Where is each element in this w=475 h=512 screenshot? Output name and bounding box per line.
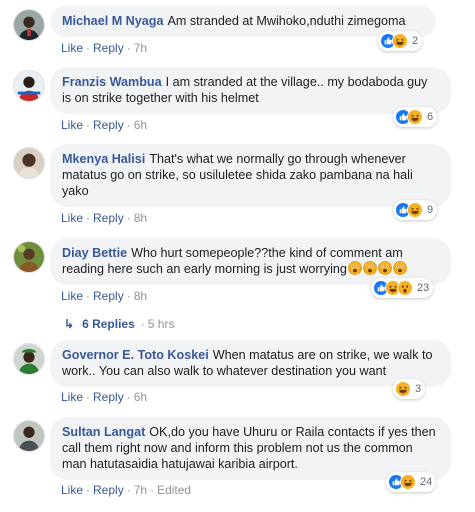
avatar[interactable] [13, 70, 45, 102]
comment-bubble: Governor E. Toto Koskei When matatus are … [50, 340, 451, 387]
scared-emoji-icon [348, 261, 362, 275]
reaction-summary[interactable]: 3 [393, 379, 426, 399]
avatar[interactable] [13, 343, 45, 375]
scared-emoji-icon [378, 261, 392, 275]
reply-arrow-icon: ↳ [64, 317, 75, 331]
reaction-count: 3 [415, 383, 422, 395]
haha-icon [392, 33, 408, 49]
comment-bubble: Michael M Nyaga Am stranded at Mwihoko,nd… [50, 6, 436, 37]
avatar[interactable] [13, 9, 45, 41]
reply-link[interactable]: Reply [93, 289, 124, 303]
haha-icon [395, 381, 411, 397]
comment-time[interactable]: 7h [134, 483, 147, 497]
comment-actions: Like · Reply · 6h [61, 118, 148, 132]
comment-text: Am stranded at Mwihoko,nduthi zimegoma [167, 14, 406, 28]
comment-bubble: Franzis Wambua I am stranded at the villa… [50, 67, 451, 114]
view-replies-link[interactable]: ↳ 6 Replies · 5 hrs [64, 317, 174, 331]
avatar[interactable] [13, 420, 45, 452]
replies-count[interactable]: 6 Replies [82, 317, 135, 331]
reply-link[interactable]: Reply [93, 211, 124, 225]
comment-author[interactable]: Diay Bettie [62, 246, 127, 260]
comment-author[interactable]: Sultan Langat [62, 425, 145, 439]
comment-actions: Like · Reply · 8h [61, 289, 148, 303]
comment-time[interactable]: 6h [134, 390, 147, 404]
scared-emoji-icon [363, 261, 377, 275]
like-link[interactable]: Like [61, 211, 83, 225]
like-link[interactable]: Like [61, 390, 83, 404]
comment-bubble: Mkenya Halisi That's what we normally go … [50, 144, 451, 207]
haha-icon [407, 109, 423, 125]
comment-author[interactable]: Governor E. Toto Koskei [62, 348, 209, 362]
reaction-summary[interactable]: 24 [386, 472, 437, 492]
replies-time: 5 hrs [147, 317, 175, 331]
edited-label[interactable]: Edited [157, 483, 191, 497]
reaction-summary[interactable]: 23 [371, 278, 434, 298]
reply-link[interactable]: Reply [93, 390, 124, 404]
like-link[interactable]: Like [61, 41, 83, 55]
haha-icon [407, 202, 423, 218]
comment-author[interactable]: Michael M Nyaga [62, 14, 163, 28]
comment-time[interactable]: 7h [134, 41, 147, 55]
avatar[interactable] [13, 241, 45, 273]
comment-bubble: Sultan Langat OK,do you have Uhuru or Rai… [50, 417, 451, 480]
reaction-count: 6 [427, 111, 434, 123]
comment-time[interactable]: 6h [134, 118, 147, 132]
haha-icon [400, 474, 416, 490]
reaction-count: 9 [427, 204, 434, 216]
reply-link[interactable]: Reply [93, 41, 124, 55]
like-link[interactable]: Like [61, 289, 83, 303]
comment-author[interactable]: Mkenya Halisi [62, 152, 145, 166]
like-link[interactable]: Like [61, 483, 83, 497]
comment-actions: Like · Reply · 7h [61, 41, 148, 55]
reaction-summary[interactable]: 2 [378, 31, 423, 51]
comment-time[interactable]: 8h [134, 289, 147, 303]
comment-time[interactable]: 8h [134, 211, 147, 225]
comment-actions: Like · Reply · 6h [61, 390, 148, 404]
reaction-count: 2 [412, 35, 419, 47]
reaction-summary[interactable]: 6 [393, 107, 438, 127]
reaction-count: 24 [420, 476, 433, 488]
comment-author[interactable]: Franzis Wambua [62, 75, 162, 89]
scared-emoji-icon [393, 261, 407, 275]
comment-actions: Like · Reply · 8h [61, 211, 148, 225]
comment-actions: Like · Reply · 7h · Edited [61, 483, 192, 497]
avatar[interactable] [13, 147, 45, 179]
reply-link[interactable]: Reply [93, 483, 124, 497]
reaction-summary[interactable]: 9 [393, 200, 438, 220]
wow-icon [397, 280, 413, 296]
reaction-count: 23 [417, 282, 430, 294]
like-link[interactable]: Like [61, 118, 83, 132]
reply-link[interactable]: Reply [93, 118, 124, 132]
